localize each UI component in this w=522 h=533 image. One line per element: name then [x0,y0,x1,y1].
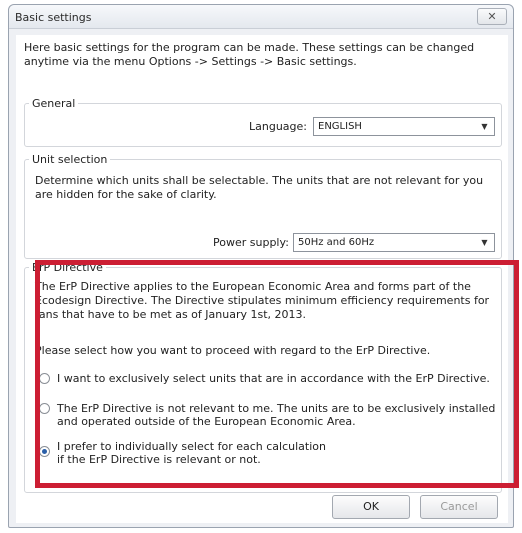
erp-option-3-label-line2: if the ErP Directive is relevant or not. [57,453,261,466]
erp-description: The ErP Directive applies to the Europea… [35,280,490,321]
basic-settings-dialog: Basic settings ✕ Here basic settings for… [8,4,514,528]
power-supply-select[interactable]: 50Hz and 60Hz ▼ [293,233,495,252]
power-supply-value: 50Hz and 60Hz [298,237,375,248]
erp-prompt: Please select how you want to proceed wi… [35,344,431,357]
intro-text: Here basic settings for the program can … [24,41,475,68]
unit-selection-legend: Unit selection [32,153,108,166]
radio-button-checked[interactable] [39,446,50,457]
language-value: ENGLISH [318,121,362,132]
dialog-content: Here basic settings for the program can … [16,35,508,523]
dialog-title: Basic settings [15,11,92,24]
unit-selection-description: Determine which units shall be selectabl… [35,174,484,201]
erp-option-3-label-line1: I prefer to individually select for each… [57,440,326,453]
general-legend: General [32,97,76,110]
erp-legend: ErP Directive [32,261,103,274]
chevron-down-icon[interactable]: ▼ [478,120,491,133]
ok-button[interactable]: OK [332,495,410,519]
general-group: General Language: ENGLISH ▼ [24,97,502,147]
erp-option-2-label-line1: The ErP Directive is not relevant to me.… [57,402,496,415]
radio-button[interactable] [39,403,50,414]
cancel-button[interactable]: Cancel [420,495,498,519]
language-select[interactable]: ENGLISH ▼ [313,117,495,136]
close-icon[interactable]: ✕ [477,8,507,25]
language-label: Language: [249,120,307,133]
radio-button[interactable] [39,373,50,384]
erp-directive-group: ErP Directive The ErP Directive applies … [24,261,502,493]
erp-option-2-label-line2: and operated outside of the European Eco… [57,415,356,428]
title-bar: Basic settings ✕ [9,5,513,29]
power-supply-label: Power supply: [213,236,289,249]
unit-selection-group: Unit selection Determine which units sha… [24,153,502,259]
erp-option-1-label: I want to exclusively select units that … [57,372,490,385]
chevron-down-icon[interactable]: ▼ [478,236,491,249]
